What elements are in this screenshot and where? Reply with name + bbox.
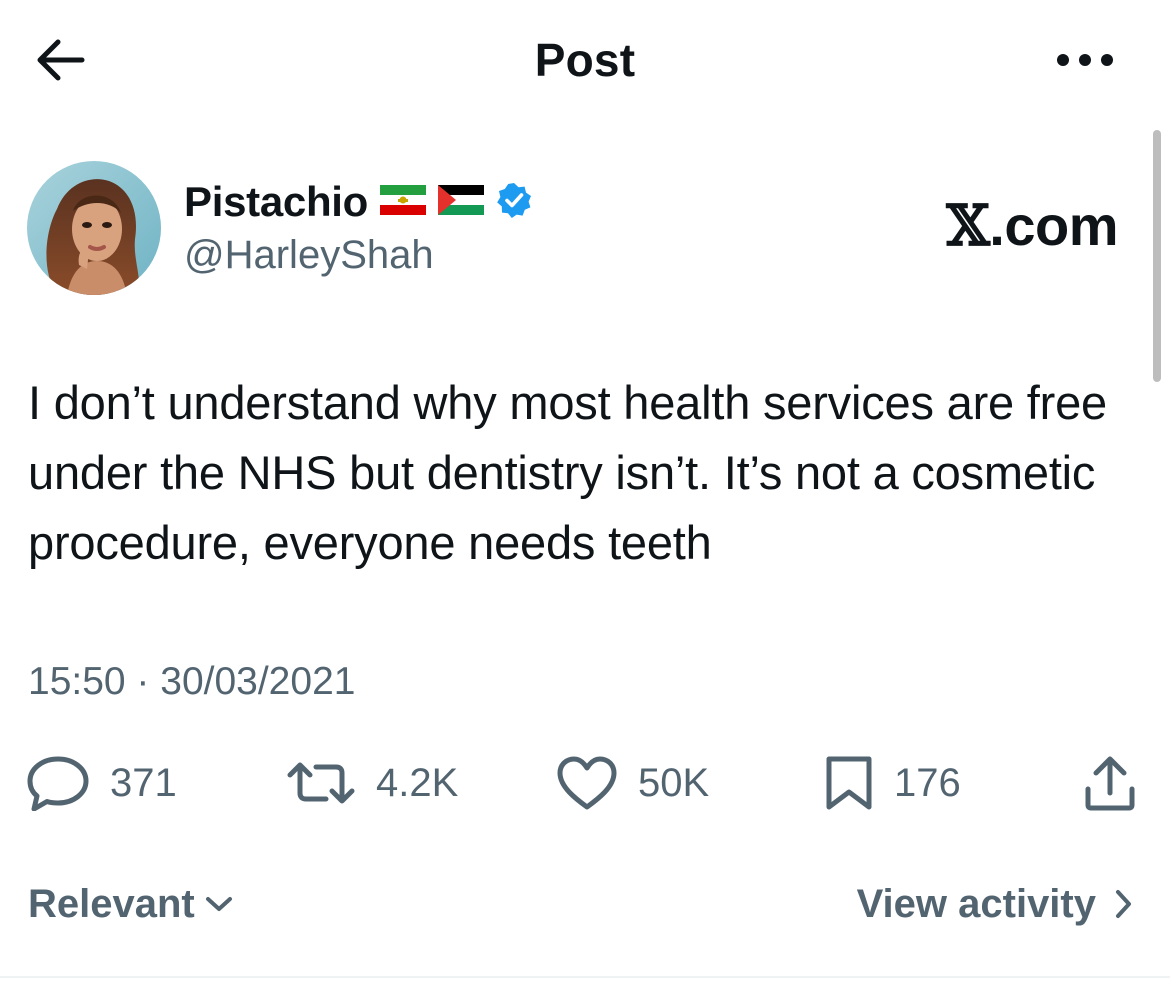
- watermark-text: .com: [989, 194, 1118, 257]
- avatar[interactable]: [27, 161, 161, 295]
- top-bar: Post: [0, 0, 1170, 120]
- page-title: Post: [534, 34, 636, 86]
- repost-count: 4.2K: [376, 761, 459, 805]
- bookmark-count: 176: [894, 761, 961, 805]
- repost-button[interactable]: 4.2K: [286, 748, 458, 818]
- sort-label: Relevant: [28, 881, 195, 926]
- author-handle[interactable]: @HarleyShah: [184, 230, 434, 280]
- share-button[interactable]: [1082, 748, 1138, 818]
- palestine-flag-icon: [438, 184, 485, 220]
- verified-badge-icon[interactable]: [496, 182, 532, 223]
- replies-header: Relevant View activity: [0, 872, 1170, 936]
- bookmark-icon: [826, 756, 872, 810]
- post-text: I don’t understand why most health servi…: [28, 376, 1107, 569]
- heart-icon: [557, 756, 617, 810]
- divider: [0, 976, 1170, 978]
- reply-icon: [27, 756, 89, 811]
- like-button[interactable]: 50K: [556, 748, 709, 818]
- chevron-down-icon: [205, 897, 232, 911]
- author-name-row: Pistachio: [184, 176, 532, 228]
- repost-icon: [287, 762, 355, 804]
- sort-replies-dropdown[interactable]: Relevant: [28, 872, 233, 936]
- x-com-watermark: 𝕏.com: [946, 194, 1118, 258]
- like-count: 50K: [638, 761, 710, 805]
- display-name[interactable]: Pistachio: [184, 176, 368, 228]
- post-timestamp[interactable]: 15:50 · 30/03/2021: [28, 656, 355, 708]
- chevron-right-icon: [1116, 890, 1131, 918]
- share-icon: [1085, 756, 1135, 811]
- view-activity-link[interactable]: View activity: [857, 872, 1132, 936]
- more-horizontal-icon: [1057, 54, 1113, 66]
- reply-count: 371: [110, 761, 177, 805]
- x-logo-glyph: 𝕏: [946, 193, 990, 259]
- more-options-button[interactable]: [1050, 38, 1120, 82]
- view-activity-label: View activity: [856, 881, 1096, 926]
- reply-button[interactable]: 371: [26, 748, 177, 818]
- iran-lion-and-sun-flag-icon: [380, 184, 427, 220]
- scrollbar[interactable]: [1153, 130, 1161, 382]
- avatar-image: [27, 161, 161, 295]
- bookmark-button[interactable]: 176: [824, 748, 961, 818]
- action-bar: 371 4.2K 50K 176: [0, 748, 1170, 818]
